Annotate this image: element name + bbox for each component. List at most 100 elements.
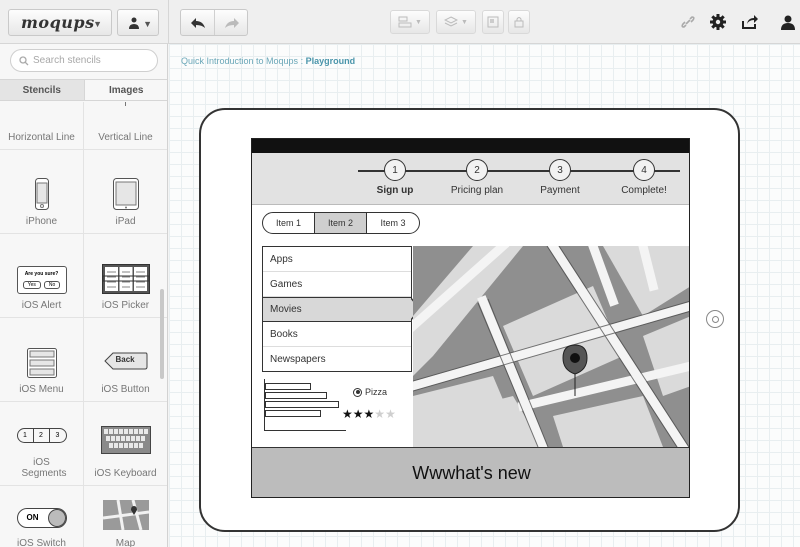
ios-button-icon: Back [103, 352, 148, 370]
stencil-ios-segments[interactable]: 1 2 3 iOS Segments [0, 402, 84, 486]
radio-option-pizza[interactable]: Pizza [353, 387, 387, 397]
menu-item-games[interactable]: Games [263, 272, 411, 297]
link-button[interactable] [676, 10, 700, 34]
step-number: 3 [549, 159, 571, 181]
redo-icon [225, 17, 239, 28]
stencil-ios-button[interactable]: Back iOS Button [84, 318, 167, 402]
logo-menu-button[interactable]: moqups ▼ [8, 9, 112, 36]
layers-icon [444, 16, 459, 27]
segment-item-2[interactable]: Item 2 [315, 213, 367, 233]
ios-menu-icon [26, 348, 57, 378]
stencil-horizontal-line[interactable]: Horizontal Line [0, 102, 84, 150]
share-button[interactable] [738, 10, 762, 34]
stencil-label: Map [115, 538, 136, 547]
stencil-label: iOS Menu [19, 384, 64, 395]
breadcrumb-separator: : [298, 56, 306, 66]
search-placeholder: Search stencils [33, 55, 101, 66]
sidebar-tabs: Stencils Images [0, 79, 168, 101]
chart-bar [265, 383, 311, 390]
step-label: Pricing plan [450, 185, 504, 196]
alert-no: No [43, 281, 61, 289]
menu-item-books[interactable]: Books [263, 322, 411, 347]
alert-yes: Yes [22, 281, 41, 289]
stencil-label: iOS Alert [21, 300, 62, 311]
breadcrumb-project[interactable]: Quick Introduction to Moqups [181, 56, 298, 66]
menu-item-newspapers[interactable]: Newspapers [263, 347, 411, 372]
step-label: Complete! [621, 185, 667, 196]
breadcrumb-page[interactable]: Playground [306, 56, 356, 66]
ipad-screen: 1 Sign up 2 Pricing plan 3 Payment 4 Com… [251, 138, 690, 498]
star-filled-icon: ★ [342, 407, 353, 421]
stencil-label: iOS Switch [17, 538, 66, 547]
tab-stencils[interactable]: Stencils [0, 80, 85, 100]
stencil-label: Vertical Line [98, 132, 153, 143]
map-icon [102, 500, 149, 530]
stencil-ipad[interactable]: iPad [84, 150, 167, 234]
step-3: 3 Payment [520, 159, 600, 196]
stencil-ios-menu[interactable]: iOS Menu [0, 318, 84, 402]
align-button[interactable]: ▼ [390, 10, 430, 34]
star-filled-icon: ★ [363, 407, 375, 421]
stencil-ios-keyboard[interactable]: iOS Keyboard [84, 402, 167, 486]
menu-item-movies[interactable]: Movies [263, 297, 421, 322]
lock-button[interactable] [508, 10, 530, 34]
logo: moqups [21, 13, 95, 32]
group-button[interactable] [482, 10, 504, 34]
map-widget[interactable] [413, 246, 689, 447]
alert-title: Are you sure? [24, 271, 59, 277]
chevron-down-icon: ▼ [143, 19, 152, 29]
chart-bar [265, 401, 339, 408]
link-icon [681, 16, 695, 28]
segment-item-1[interactable]: Item 1 [263, 213, 315, 233]
stencil-label: Horizontal Line [8, 132, 75, 143]
stencil-label: iPhone [25, 216, 58, 227]
account-button[interactable] [776, 10, 800, 34]
search-input[interactable]: Search stencils [10, 49, 158, 72]
step-4: 4 Complete! [604, 159, 684, 196]
segmented-control: Item 1 Item 2 Item 3 [262, 212, 420, 234]
stencil-label: iOS Segments [21, 457, 67, 479]
ipad-frame[interactable]: 1 Sign up 2 Pricing plan 3 Payment 4 Com… [199, 108, 740, 532]
settings-button[interactable] [706, 10, 730, 34]
undo-button[interactable] [181, 10, 215, 35]
stencil-label: iPad [115, 216, 136, 227]
star-filled-icon: ★ [352, 407, 364, 421]
ipad-icon [112, 178, 139, 210]
stencil-ios-switch[interactable]: ON iOS Switch [0, 486, 84, 547]
chevron-down-icon: ▼ [461, 18, 468, 26]
status-bar [252, 139, 689, 153]
stencil-vertical-line[interactable]: Vertical Line [84, 102, 167, 150]
undo-redo-group [180, 9, 248, 36]
segment-1: 1 [18, 429, 34, 442]
stencil-map[interactable]: Map [84, 486, 167, 547]
ipad-home-button [706, 310, 724, 328]
ios-keyboard-icon [100, 426, 151, 454]
wizard-progress[interactable]: 1 Sign up 2 Pricing plan 3 Payment 4 Com… [252, 153, 689, 205]
switch-knob [47, 509, 66, 527]
segment-3: 3 [55, 432, 60, 439]
collaborators-button[interactable]: ▼ [117, 9, 159, 36]
arrange-button[interactable]: ▼ [436, 10, 476, 34]
design-canvas[interactable]: Quick Introduction to Moqups : Playgroun… [169, 44, 800, 547]
segment-item-3[interactable]: Item 3 [367, 213, 419, 233]
share-icon [742, 15, 758, 29]
radio-label: Pizza [365, 387, 388, 397]
star-rating[interactable]: ★★★★★ [342, 407, 396, 421]
alert-buttons: Yes No [22, 281, 61, 289]
star-empty-icon: ★ [374, 407, 386, 421]
star-empty-icon: ★ [385, 407, 396, 421]
lock-icon [514, 17, 524, 28]
tab-images[interactable]: Images [85, 80, 168, 100]
redo-button[interactable] [215, 10, 249, 35]
menu-item-apps[interactable]: Apps [263, 247, 411, 272]
stencil-iphone[interactable]: iPhone [0, 150, 84, 234]
sidebar-scrollbar[interactable] [160, 289, 164, 379]
step-number: 1 [384, 159, 406, 181]
switch-on-label: ON [26, 513, 39, 522]
stencil-ios-alert[interactable]: Are you sure? Yes No iOS Alert [0, 234, 84, 318]
menu-item-label: Movies [270, 304, 302, 315]
stencil-ios-picker[interactable]: iOS Picker [84, 234, 167, 318]
whats-new-banner[interactable]: Wwwhat's new [252, 447, 689, 497]
chevron-down-icon: ▼ [415, 18, 422, 26]
chevron-down-icon: ▼ [93, 19, 102, 29]
